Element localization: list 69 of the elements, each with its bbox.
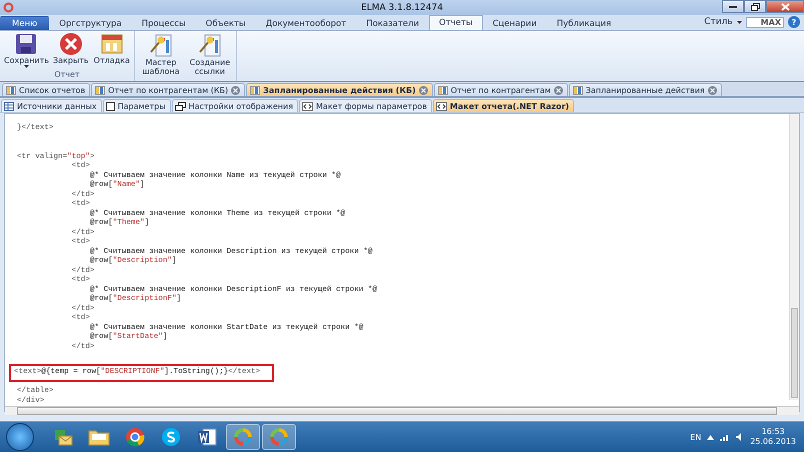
wand-document-icon (198, 32, 222, 58)
editor-tab[interactable]: Источники данных (1, 99, 102, 112)
signal-bars-icon[interactable] (720, 433, 730, 441)
ribbon-tab[interactable]: Объекты (196, 16, 256, 30)
letter-s-cloud-icon (161, 427, 181, 447)
document-tab[interactable]: Отчет по контрагентам (КБ) (91, 83, 246, 96)
max-toggle[interactable]: MAX (746, 16, 784, 28)
close-button[interactable] (766, 0, 804, 13)
close-icon (58, 32, 83, 56)
bar-chart-icon (250, 86, 260, 94)
document-w-icon (197, 427, 217, 447)
ribbon-button[interactable]: Отладка (92, 32, 132, 70)
ribbon-tab[interactable]: Публикация (546, 16, 622, 30)
browser-ball-icon (125, 427, 145, 447)
close-icon[interactable] (418, 86, 428, 94)
language-indicator[interactable]: EN (690, 432, 702, 442)
ribbon-tab[interactable]: Документооборот (256, 16, 356, 30)
ribbon-tab[interactable]: Оргструктура (49, 16, 132, 30)
scrollbar-thumb[interactable] (791, 308, 798, 398)
bar-chart-icon (95, 86, 106, 94)
ring-logo-icon (269, 427, 289, 447)
close-icon[interactable] (231, 86, 240, 94)
report-sheet-icon (100, 32, 124, 56)
style-dropdown[interactable]: Стиль (704, 17, 733, 27)
ribbon-tab[interactable]: Процессы (132, 16, 196, 30)
ribbon-tab[interactable]: Сценарии (482, 16, 547, 30)
editor-tab[interactable]: Параметры (102, 99, 171, 112)
document-tab[interactable]: Отчет по контрагентам (434, 83, 568, 96)
document-tab[interactable]: Список отчетов (2, 83, 90, 96)
ribbon-button[interactable]: Мастер шаблона (136, 32, 185, 81)
mail-icon (53, 428, 73, 446)
help-button[interactable]: ? (788, 16, 800, 28)
up-arrow-icon[interactable] (707, 434, 714, 440)
bar-chart-icon (438, 86, 448, 94)
close-icon[interactable] (708, 86, 717, 94)
folder-icon (88, 428, 110, 446)
window-title: ELMA 3.1.8.12474 (361, 2, 443, 12)
minimize-icon (729, 6, 737, 8)
ribbon-button[interactable]: Создание ссылки (186, 32, 234, 81)
editor-tab[interactable]: Макет формы параметров (299, 99, 432, 112)
bar-chart-icon (6, 86, 16, 94)
group-label: Отчет (54, 70, 80, 79)
clock[interactable]: 16:53 25.06.2013 (750, 427, 796, 447)
wand-document-icon (148, 32, 173, 58)
bar-chart-icon (572, 86, 583, 94)
ribbon-tab[interactable]: Отчеты (429, 15, 483, 30)
caret-icon[interactable] (736, 20, 742, 24)
code-brackets-icon (436, 102, 447, 110)
restore-icon (750, 2, 760, 10)
editor-tab[interactable]: Макет отчета(.NET Razor) (432, 99, 574, 112)
menu-button[interactable]: Меню (0, 16, 50, 30)
close-icon[interactable] (554, 86, 563, 94)
table-icon (4, 102, 14, 110)
parameter-icon (106, 102, 115, 110)
code-brackets-icon (302, 102, 314, 110)
restore-button[interactable] (744, 0, 766, 13)
ribbon-button[interactable]: Закрыть (51, 32, 91, 70)
document-tab[interactable]: Запланированные действия (568, 83, 722, 96)
document-tab[interactable]: Запланированные действия (КБ) (246, 83, 433, 96)
ribbon-button[interactable]: Сохранить (2, 32, 50, 70)
start-button[interactable] (6, 423, 34, 451)
windows-icon (174, 102, 186, 110)
editor-tab[interactable]: Настройки отображения (172, 99, 298, 112)
close-icon (780, 2, 790, 10)
ribbon-tab[interactable]: Показатели (356, 16, 429, 30)
ring-logo-icon (233, 427, 253, 447)
ring-logo-icon (3, 2, 14, 13)
minimize-button[interactable] (722, 0, 744, 13)
scrollbar-thumb[interactable] (17, 407, 777, 415)
